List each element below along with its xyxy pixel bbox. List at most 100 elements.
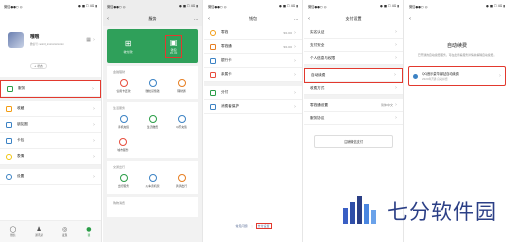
wallet-row-bank-card[interactable]: 银行卡 › [204, 54, 302, 68]
service-label: 城市服务 [117, 148, 129, 152]
service-wealth[interactable]: 理财通 [168, 79, 196, 93]
tab-me[interactable]: ● 我 [86, 226, 91, 237]
train-icon [148, 174, 157, 182]
car-icon [177, 174, 186, 182]
service-mobile-topup[interactable]: 手机充值 [110, 115, 138, 129]
service-transport[interactable]: 出行服务 [110, 174, 138, 188]
status-bar: 微信●●○ ◎ ● ■ ☐ 4G ▮ [103, 0, 202, 12]
row-value: 简体中文 [380, 103, 393, 107]
shield-icon [210, 103, 216, 110]
family-card-icon [210, 71, 216, 78]
nav-bar: ‹ 钱包 ··· [204, 12, 302, 26]
auto-renew-item[interactable]: QQ音乐豪华绿钻自动续费 2020年开通 自动扣费 › [408, 66, 506, 87]
more-icon[interactable]: ··· [194, 17, 198, 22]
pay-settings-link[interactable]: 支付设置 [255, 223, 272, 229]
settings-row-privacy[interactable]: 个人信息与权限 › [304, 52, 403, 65]
tab-discover[interactable]: ◎ 发现 [62, 226, 67, 237]
profile-header[interactable]: 哦哦 微信号: wxid_xxxxxxxxxxx ▦ › [0, 12, 101, 52]
wallet-row-family-card[interactable]: 亲属卡 › [204, 68, 302, 82]
menu-label: 设置 [17, 174, 25, 178]
transport-icon [119, 174, 128, 182]
finance-section: 金融理财 信用卡还款 微粒贷借钱 理财通 [107, 66, 198, 99]
more-icon[interactable]: ··· [294, 17, 298, 22]
settings-row-fee[interactable]: 收费方式 › [304, 82, 403, 95]
menu-item-moments[interactable]: 朋友圈 › [0, 117, 101, 133]
travel-section: 交通出行 出行服务 火车票机票 滴滴出行 [107, 161, 198, 194]
wallet-row-change[interactable]: 零钱 ¥0.00 › [204, 26, 302, 40]
settings-row-lqt[interactable]: 零钱通设置 简体中文 › [304, 99, 403, 112]
credit-card-icon [119, 79, 128, 87]
nav-bar: ‹ [405, 12, 509, 26]
menu-item-stickers[interactable]: 表情 › [0, 149, 101, 165]
faq-link[interactable]: 常见问题 [235, 224, 247, 228]
back-icon[interactable]: ‹ [208, 16, 210, 22]
service-city[interactable]: 城市服务 [109, 138, 137, 152]
wallet-row-lqt[interactable]: 零钱通 ¥0.00 › [204, 40, 302, 54]
status-left: 微信●●○ ◎ [409, 4, 428, 9]
row-value: ¥0.00 [283, 30, 292, 35]
back-icon[interactable]: ‹ [107, 16, 109, 22]
wallet-row-fenfu[interactable]: 分付 › [204, 86, 302, 100]
row-label: 个人信息与权限 [310, 55, 336, 60]
wallet-amount: ¥0.00 [169, 51, 178, 55]
service-utilities[interactable]: 生活缴费 [139, 115, 167, 129]
section-title: 生活服务 [113, 106, 126, 110]
settings-row-agreement[interactable]: 服务协议 › [304, 112, 403, 125]
settings-row-security[interactable]: 支付安全 › [304, 39, 403, 52]
pay-button[interactable]: ⊞ 收付款 [124, 39, 133, 54]
settings-row-auto-renew[interactable]: 自动续费 › [304, 68, 403, 83]
status-button[interactable]: + 状态 [30, 63, 47, 69]
qr-icon[interactable]: ▦ [86, 37, 91, 43]
city-icon [119, 138, 127, 146]
row-label: 实名认证 [310, 29, 325, 34]
status-left: 微信●●○ ◎ [208, 4, 227, 9]
menu-item-cards[interactable]: 卡包 › [0, 133, 101, 149]
status-bar: 微信●●○ ◎ ● ■ ☐ 4G ▮ [0, 0, 101, 12]
tab-label: 发现 [62, 234, 68, 237]
menu-item-services[interactable]: 服务 › [0, 80, 101, 98]
status-bar: 微信●●○ ◎ ● ■ ☐ 4G ▮ [204, 0, 302, 12]
status-right: ● ■ ☐ 4G ▮ [279, 4, 298, 8]
wealth-icon [177, 79, 186, 87]
back-icon[interactable]: ‹ [308, 16, 310, 22]
sticker-icon [6, 153, 12, 160]
avatar[interactable] [8, 32, 24, 48]
delete-pay-button[interactable]: 注销微信支付 [314, 135, 393, 148]
service-tickets[interactable]: 火车票机票 [139, 174, 167, 188]
status-right: ● ■ ☐ 4G ▮ [78, 4, 97, 8]
menu-item-settings[interactable]: 设置 › [0, 169, 101, 185]
compass-icon: ◎ [62, 226, 68, 233]
gear-icon [6, 173, 12, 180]
tab-label: 我 [87, 234, 91, 237]
row-label: 消费者保护 [221, 104, 239, 108]
fenfu-icon [210, 89, 216, 96]
loan-icon [148, 79, 157, 87]
service-loan[interactable]: 微粒贷借钱 [139, 79, 167, 93]
wallet-button[interactable]: ▣ 钱包 ¥0.00 [164, 34, 183, 58]
services-icon [7, 85, 13, 92]
wallet-row-protection[interactable]: 消费者保护 › [204, 100, 302, 114]
moments-icon [6, 121, 12, 128]
service-label: 生活缴费 [146, 125, 159, 129]
tab-chats[interactable]: ◯ 微信 [10, 226, 17, 237]
username: 哦哦 [30, 35, 40, 40]
wallet-footer: 常见问题 | 支付设置 [235, 223, 272, 229]
wallet-icon: ▣ [169, 37, 178, 47]
row-value: ¥0.00 [283, 44, 292, 49]
status-right: ● ■ ☐ 4G ▮ [486, 4, 505, 8]
menu-item-favorites[interactable]: 收藏 › [0, 101, 101, 117]
row-label: 自动续费 [311, 72, 326, 77]
back-icon[interactable]: ‹ [409, 16, 411, 22]
status-bar: 微信●●○ ◎ ● ■ ☐ 4G ▮ [405, 0, 509, 12]
service-qcoin[interactable]: Q币充值 [168, 115, 196, 129]
service-didi[interactable]: 滴滴出行 [168, 174, 196, 188]
settings-row-real-name[interactable]: 实名认证 › [304, 26, 403, 39]
row-label: 服务协议 [310, 115, 325, 120]
menu-label: 收藏 [17, 106, 25, 110]
watermark-text: 七分软件园 [387, 200, 497, 224]
life-section: 生活服务 手机充值 生活缴费 Q币充值 城市服务 [107, 102, 198, 158]
service-credit-card[interactable]: 信用卡还款 [110, 79, 138, 93]
page-description: 已开通的自动续费服务，可在此查看服务详情并解除自动续费。 [417, 53, 497, 57]
tab-contacts[interactable]: ♟ 通讯录 [35, 226, 43, 237]
row-label: 零钱通设置 [310, 102, 328, 107]
